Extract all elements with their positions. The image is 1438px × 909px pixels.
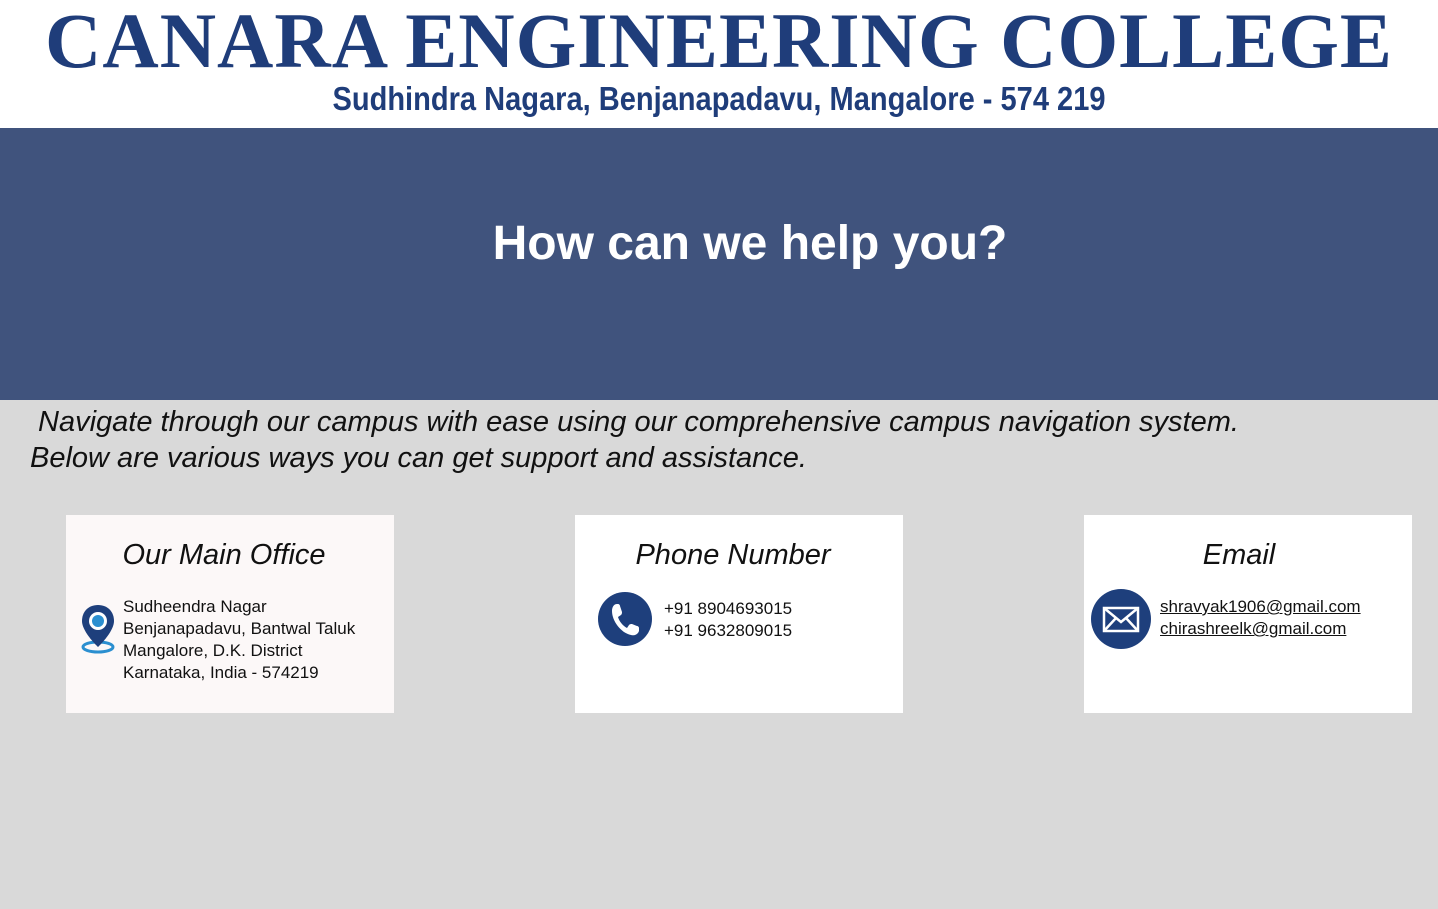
main-office-card: Our Main Office Sudheendra Nagar Benjana… [66, 515, 394, 713]
hero-section: How can we help you? [0, 128, 1438, 400]
college-banner: CANARA ENGINEERING COLLEGE Sudhindra Nag… [0, 0, 1438, 128]
email-link[interactable]: chirashreelk@gmail.com [1160, 618, 1361, 640]
office-address: Sudheendra Nagar Benjanapadavu, Bantwal … [123, 596, 355, 684]
envelope-icon [1090, 588, 1152, 655]
office-address-line: Sudheendra Nagar [123, 597, 267, 616]
email-addresses: shravyak1906@gmail.com chirashreelk@gmai… [1160, 596, 1361, 640]
office-address-line: Benjanapadavu, Bantwal Taluk [123, 619, 356, 638]
office-address-line: Mangalore, D.K. District [123, 641, 303, 660]
email-link[interactable]: shravyak1906@gmail.com [1160, 596, 1361, 618]
college-address: Sudhindra Nagara, Benjanapadavu, Mangalo… [332, 80, 1106, 117]
phone-title: Phone Number [635, 539, 831, 571]
phone-icon [597, 591, 653, 652]
phone-number[interactable]: +91 9632809015 [664, 620, 792, 642]
college-name: CANARA ENGINEERING COLLEGE [45, 0, 1393, 84]
intro-text: Navigate through our campus with ease us… [30, 406, 1239, 474]
email-title: Email [1202, 539, 1276, 571]
phone-card: Phone Number +91 8904693015 +91 96328090… [575, 515, 903, 713]
main-office-title: Our Main Office [122, 539, 326, 571]
location-pin-icon [80, 603, 116, 660]
phone-number[interactable]: +91 8904693015 [664, 598, 792, 620]
email-card: Email shravyak1906@gmail.com chirashreel… [1084, 515, 1412, 713]
phone-numbers: +91 8904693015 +91 9632809015 [664, 598, 792, 642]
hero-title: How can we help you? [492, 217, 1008, 270]
office-address-line: Karnataka, India - 574219 [123, 663, 319, 682]
